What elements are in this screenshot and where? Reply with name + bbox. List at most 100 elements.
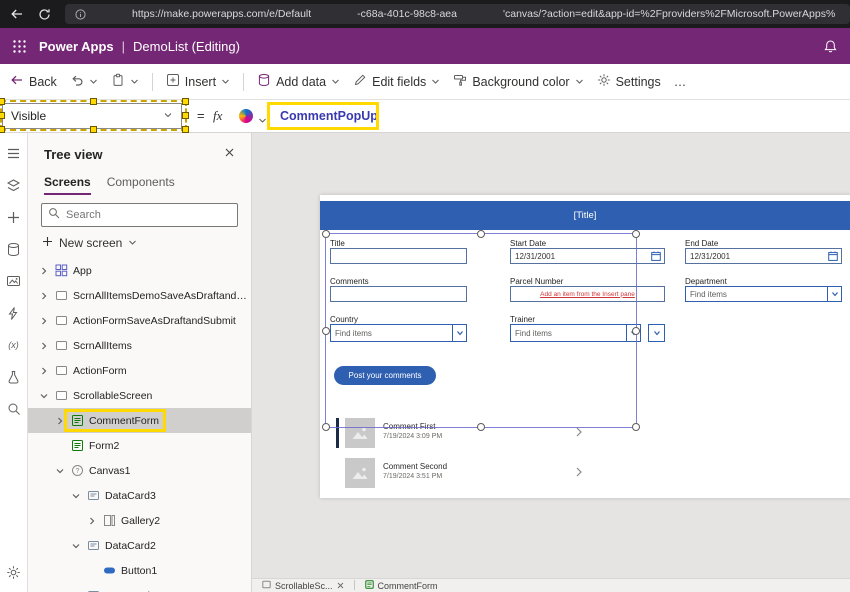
screen-tab-scrollablescreen[interactable]: ScrollableSc...: [262, 580, 344, 591]
data-sources-icon[interactable]: [6, 241, 22, 257]
chevron-right-icon[interactable]: [36, 366, 51, 376]
field-label-trainer: Trainer: [510, 315, 536, 324]
edit-fields-button[interactable]: Edit fields: [353, 73, 440, 90]
gallery-item-comment-first[interactable]: Comment First 7/19/2024 3:09 PM: [334, 417, 594, 449]
new-screen-button[interactable]: New screen: [42, 236, 251, 250]
add-data-label: Add data: [276, 74, 327, 89]
screen-tab-commentform[interactable]: CommentForm: [364, 580, 438, 591]
powerfx-icon[interactable]: [239, 109, 253, 123]
tree-search-box[interactable]: [41, 203, 238, 227]
chevron-right-icon[interactable]: [36, 341, 51, 351]
tree-item-scrnallitems[interactable]: ScrnAllItems: [28, 333, 251, 358]
chevron-down-icon[interactable]: [452, 325, 466, 341]
insert-label: Insert: [184, 74, 217, 89]
back-button[interactable]: Back: [10, 73, 57, 90]
chevron-down-icon[interactable]: [827, 287, 841, 301]
chevron-right-icon[interactable]: [36, 291, 51, 301]
tree-item-button1[interactable]: Button1: [28, 558, 251, 583]
field-input-end-date[interactable]: 12/31/2001: [685, 248, 842, 264]
chevron-right-icon[interactable]: [575, 425, 583, 443]
formula-input-text[interactable]: CommentPopUp: [280, 109, 378, 123]
chevron-down-icon[interactable]: [89, 75, 98, 89]
field-label-title: Title: [330, 239, 345, 248]
tab-screens[interactable]: Screens: [44, 175, 91, 195]
browser-refresh-icon[interactable]: [38, 8, 51, 21]
brand-name[interactable]: Power Apps: [39, 39, 114, 54]
site-info-icon[interactable]: [75, 8, 86, 20]
image-placeholder-icon: [345, 418, 375, 448]
search-icon[interactable]: [6, 401, 22, 417]
tab-components[interactable]: Components: [107, 175, 175, 195]
notifications-bell-icon[interactable]: [823, 39, 838, 54]
tree-item-datacard1[interactable]: DataCard1: [28, 583, 251, 592]
add-data-button[interactable]: Add data: [257, 73, 340, 90]
chevron-down-icon[interactable]: [128, 236, 137, 250]
media-icon[interactable]: [6, 273, 22, 289]
chevron-down-icon[interactable]: [258, 112, 267, 130]
command-toolbar: Back Insert Add data Edit fields Backgro…: [0, 64, 850, 100]
insert-plus-icon[interactable]: [6, 209, 22, 225]
chevron-right-icon[interactable]: [36, 316, 51, 326]
power-automate-icon[interactable]: [6, 305, 22, 321]
tree-item-label: ScrnAllItems: [73, 339, 132, 352]
layers-icon[interactable]: [6, 177, 22, 193]
paste-button[interactable]: [111, 73, 139, 90]
search-input[interactable]: [66, 209, 231, 221]
field-input-start-date[interactable]: 12/31/2001: [510, 248, 665, 264]
field-input-comments[interactable]: [330, 286, 467, 302]
field-input-trainer[interactable]: Find items: [510, 324, 641, 342]
screen-preview[interactable]: [Title] Title Start Date 12/31/2001 End Dat…: [320, 195, 850, 498]
tree-item-canvas1[interactable]: ? Canvas1: [28, 458, 251, 483]
tree-item-datacard3[interactable]: DataCard3: [28, 483, 251, 508]
undo-button[interactable]: [70, 73, 98, 90]
gallery-item-comment-second[interactable]: Comment Second 7/19/2024 3:51 PM: [334, 457, 594, 489]
background-color-button[interactable]: Background color: [453, 73, 583, 90]
tree-item-form2[interactable]: Form2: [28, 433, 251, 458]
chevron-right-icon[interactable]: [36, 266, 51, 276]
browser-back-icon[interactable]: [10, 7, 24, 21]
field-input-title[interactable]: [330, 248, 467, 264]
variables-icon[interactable]: (x): [6, 337, 22, 353]
tree-item-actionform[interactable]: ActionForm: [28, 358, 251, 383]
close-panel-icon[interactable]: [224, 145, 235, 163]
chevron-right-icon[interactable]: [52, 416, 67, 426]
field-label-start-date: Start Date: [510, 239, 547, 248]
chevron-down-icon[interactable]: [163, 109, 173, 123]
tree-item-app[interactable]: App: [28, 258, 251, 283]
property-selector-dropdown[interactable]: Visible: [2, 103, 182, 129]
field-input-country[interactable]: Find items: [330, 324, 467, 342]
chevron-down-icon[interactable]: [36, 391, 51, 401]
calendar-icon[interactable]: [828, 251, 838, 261]
chevron-down-icon: [431, 75, 440, 89]
date-value: 12/31/2001: [690, 251, 731, 261]
field-input-parcel-number[interactable]: Add an item from the Insert pane: [510, 286, 665, 302]
address-bar[interactable]: https://make.powerapps.com/e/Default -c6…: [65, 4, 850, 24]
chevron-right-icon[interactable]: [575, 465, 583, 483]
tree-view-menu-icon[interactable]: [6, 145, 22, 161]
tree-item-scrollablescreen[interactable]: ScrollableScreen: [28, 383, 251, 408]
close-tab-icon[interactable]: [337, 581, 344, 591]
tree-item-gallery2[interactable]: Gallery2: [28, 508, 251, 533]
calendar-icon[interactable]: [651, 251, 661, 261]
tree-item-actionformsaveasdraftandsubmit[interactable]: ActionFormSaveAsDraftandSubmit: [28, 308, 251, 333]
settings-button[interactable]: Settings: [597, 73, 661, 90]
field-input-department[interactable]: Find items: [685, 286, 842, 302]
detached-dropdown-chevron[interactable]: [648, 324, 665, 342]
chevron-down-icon[interactable]: [626, 325, 640, 341]
chevron-down-icon[interactable]: [130, 75, 139, 89]
post-comments-button[interactable]: Post your comments: [334, 366, 436, 385]
tree-item-label: ScrollableScreen: [73, 389, 153, 402]
chevron-right-icon[interactable]: [84, 516, 99, 526]
chevron-down-icon[interactable]: [52, 466, 67, 476]
app-launcher-icon[interactable]: [12, 39, 27, 54]
chevron-down-icon[interactable]: [68, 491, 83, 501]
tree-item-scrnallitemsdemosaveasdraftandsubmit[interactable]: ScrnAllItemsDemoSaveAsDraftandSubmit: [28, 283, 251, 308]
chevron-down-icon[interactable]: [68, 541, 83, 551]
tree-item-commentform[interactable]: CommentForm: [28, 408, 251, 433]
advanced-tools-icon[interactable]: [6, 369, 22, 385]
tree-item-datacard2[interactable]: DataCard2: [28, 533, 251, 558]
more-commands-button[interactable]: …: [674, 75, 687, 89]
insert-menu-button[interactable]: Insert: [166, 73, 230, 90]
settings-gear-icon[interactable]: [6, 564, 22, 580]
tree-item-label: Form2: [89, 439, 120, 452]
